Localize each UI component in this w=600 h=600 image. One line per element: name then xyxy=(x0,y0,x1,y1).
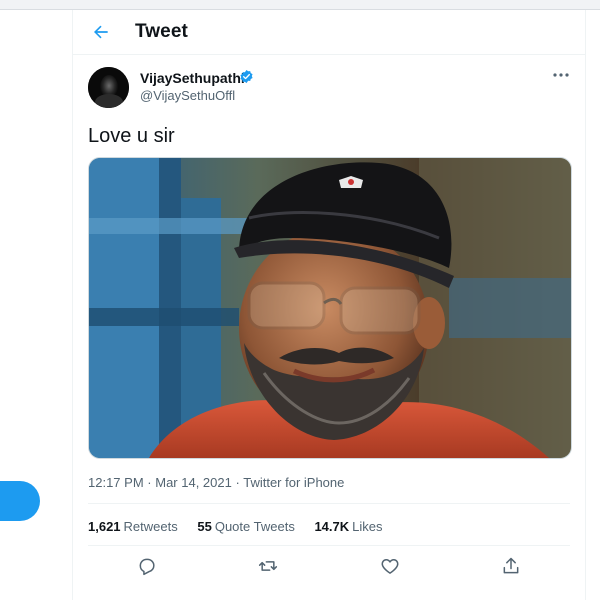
likes-label: Likes xyxy=(352,519,383,534)
meta-separator: · xyxy=(147,475,152,490)
browser-top-edge xyxy=(0,0,600,10)
divider xyxy=(88,503,570,504)
page-title: Tweet xyxy=(135,21,188,42)
author-name[interactable]: VijaySethupathi xyxy=(140,70,245,86)
likes-stat[interactable]: 14.7K Likes xyxy=(314,519,382,534)
tweet-time[interactable]: 12:17 PM xyxy=(88,475,144,490)
divider xyxy=(88,545,570,546)
avatar-image xyxy=(88,67,129,108)
quote-tweets-count: 55 xyxy=(197,519,212,534)
retweets-label: Retweets xyxy=(123,519,178,534)
retweet-icon[interactable] xyxy=(258,556,278,576)
share-icon[interactable] xyxy=(501,556,521,576)
tweet-actions xyxy=(73,556,585,580)
tweet-stats: 1,621 Retweets 55 Quote Tweets 14.7K Likes xyxy=(88,519,399,534)
tweet-text: Love u sir xyxy=(88,125,175,147)
tweet-source[interactable]: Twitter for iPhone xyxy=(243,475,344,490)
quote-tweets-label: Quote Tweets xyxy=(214,519,295,534)
heart-icon[interactable] xyxy=(380,556,400,576)
photo-portrait-man-in-cap xyxy=(89,158,571,458)
retweets-count: 1,621 xyxy=(88,519,121,534)
back-arrow-icon[interactable] xyxy=(91,22,111,42)
avatar[interactable] xyxy=(88,67,129,108)
page-header: Tweet xyxy=(73,10,585,55)
reply-icon[interactable] xyxy=(137,556,157,576)
meta-separator: · xyxy=(235,475,240,490)
left-navigation-rail xyxy=(0,10,72,600)
tweet-date[interactable]: Mar 14, 2021 xyxy=(155,475,232,490)
more-icon[interactable] xyxy=(551,68,571,82)
retweets-stat[interactable]: 1,621 Retweets xyxy=(88,519,178,534)
compose-tweet-button[interactable] xyxy=(0,481,40,521)
tweet-photo[interactable] xyxy=(88,157,572,459)
likes-count: 14.7K xyxy=(314,519,350,534)
tweet-timestamp-line: 12:17 PM · Mar 14, 2021 · Twitter for iP… xyxy=(88,475,344,490)
tweet-detail-column: Tweet VijaySethupathi @VijaySethuOffl Lo… xyxy=(72,10,586,600)
verified-badge-icon xyxy=(240,69,253,84)
author-handle[interactable]: @VijaySethuOffl xyxy=(140,88,235,103)
quote-tweets-stat[interactable]: 55 Quote Tweets xyxy=(197,519,294,534)
